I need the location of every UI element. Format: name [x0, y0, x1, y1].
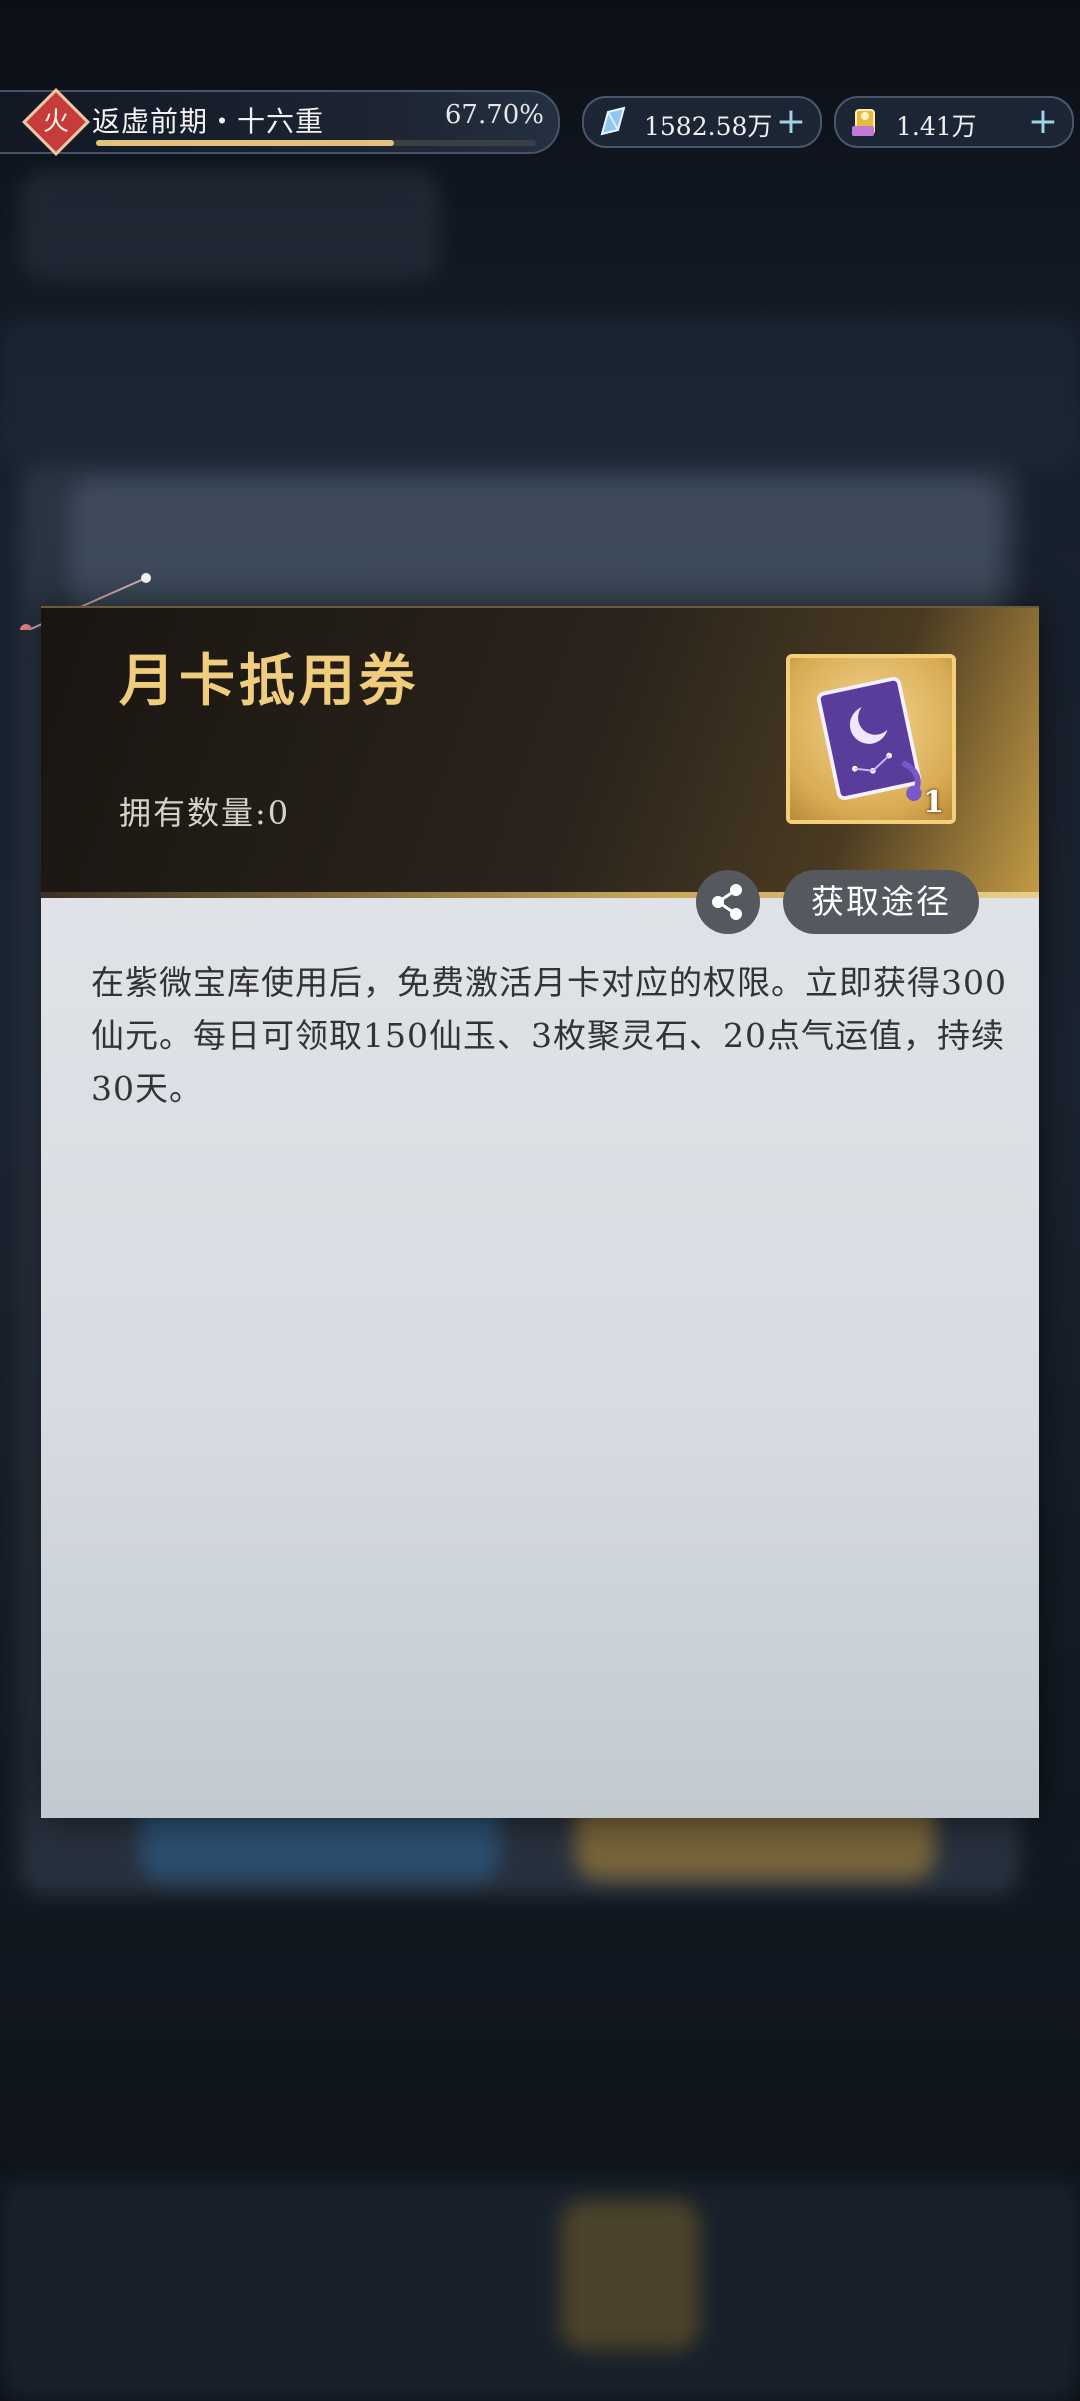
share-button[interactable]: [696, 870, 760, 934]
item-title: 月卡抵用券: [119, 648, 419, 714]
item-count: 1: [923, 785, 944, 820]
realm-progress-text: 67.70%: [444, 100, 544, 130]
jade-amount: 1582.58万: [644, 112, 773, 141]
share-icon: [712, 884, 742, 920]
item-icon-frame: 1: [786, 654, 956, 824]
realm-progress-fill: [96, 140, 394, 146]
bg-bottom-nav: [0, 2180, 1080, 2401]
bg-header-region: [0, 320, 1080, 470]
bg-center-nav-button: [560, 2200, 700, 2350]
item-popup-body: 获取途径 在紫微宝库使用后，免费激活月卡对应的权限。立即获得300仙元。每日可领…: [41, 870, 1039, 1818]
gold-scroll-icon: [852, 109, 875, 136]
add-jade-button[interactable]: +: [776, 101, 806, 142]
bg-player-info: [20, 170, 440, 280]
jade-crystal-icon: [600, 106, 626, 136]
element-badge-text: 火: [42, 107, 69, 137]
item-detail-popup: 月卡抵用券 拥有数量:0 1 获取途径 在紫微宝库使用后，免费激活月卡对应的权限…: [41, 606, 1039, 1818]
gold-currency: 1.41万 +: [834, 96, 1074, 148]
bg-shop-window-title: [70, 480, 1000, 620]
owned-quantity: 拥有数量:0: [119, 794, 291, 832]
cultivation-realm-bar[interactable]: 火 返虚前期・十六重 67.70%: [0, 88, 560, 156]
item-popup-header: 月卡抵用券 拥有数量:0 1: [41, 606, 1039, 900]
item-description: 在紫微宝库使用后，免费激活月卡对应的权限。立即获得300仙元。每日可领取150仙…: [91, 963, 1007, 1108]
add-gold-button[interactable]: +: [1028, 101, 1058, 142]
top-status-bar: 火 返虚前期・十六重 67.70% 1582.58万 + 1.41万 +: [0, 88, 1080, 156]
jade-currency: 1582.58万 +: [582, 96, 822, 148]
realm-name: 返虚前期・十六重: [92, 105, 325, 138]
obtain-route-button[interactable]: 获取途径: [783, 870, 979, 934]
gold-amount: 1.41万: [896, 112, 977, 141]
realm-progress-bar: [96, 140, 536, 146]
